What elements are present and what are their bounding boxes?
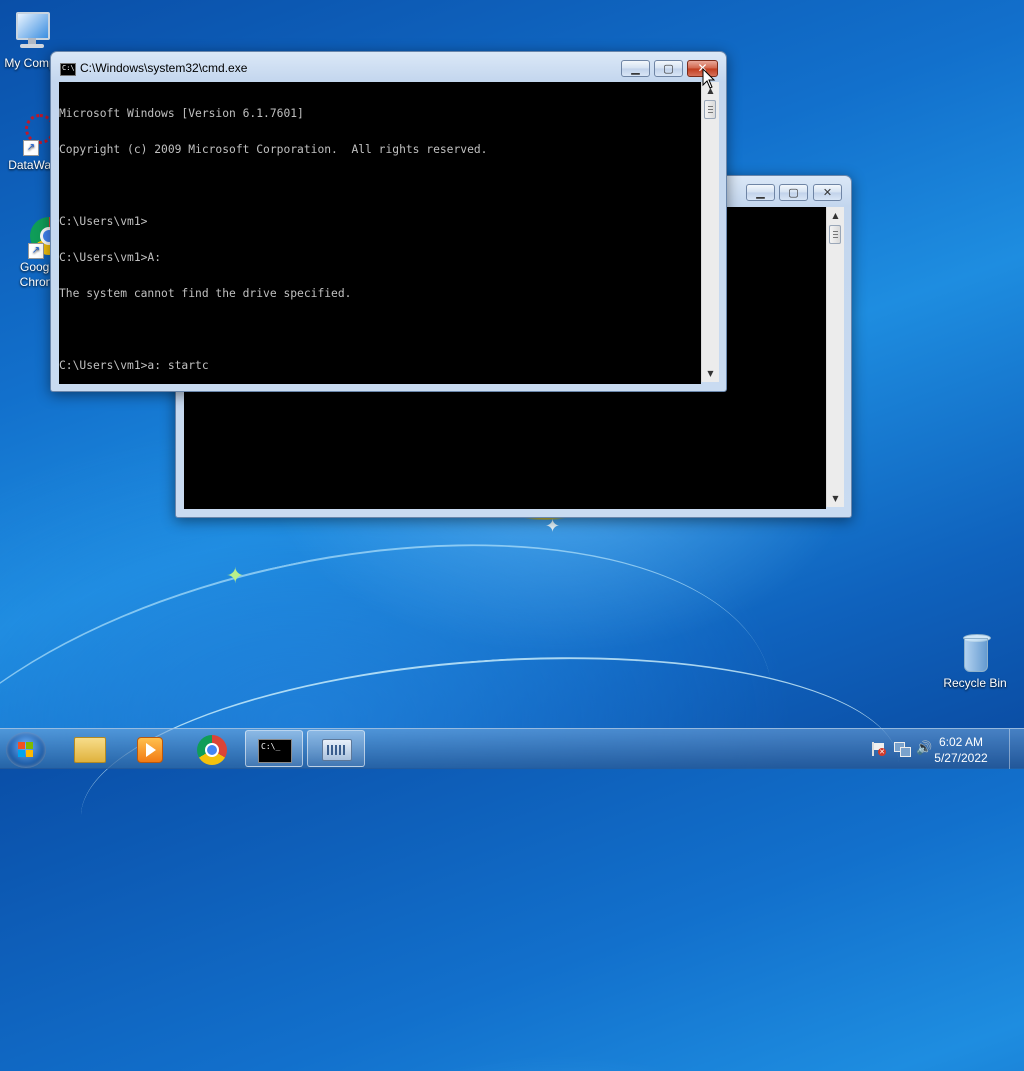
computer-icon [8,10,52,54]
media-player-icon [137,737,163,763]
title-bar[interactable]: C:\ C:\Windows\system32\cmd.exe ▁ ▢ ✕ [51,52,726,82]
maximize-icon: ▢ [663,62,674,75]
minimize-button[interactable]: ▁ [621,60,650,77]
windows-logo-icon [18,742,33,757]
taskbar-chrome-button[interactable] [183,730,241,767]
folder-icon [74,737,106,763]
close-button[interactable]: ✕ [813,184,842,201]
desktop-icon-label: Recycle Bin [943,676,1007,690]
taskbar-keyboard-app-button[interactable] [307,730,365,767]
console-line: Copyright (c) 2009 Microsoft Corporation… [59,143,488,156]
mouse-cursor-icon [702,68,716,89]
clock-date: 5/27/2022 [934,751,988,765]
keyboard-icon [322,739,352,761]
wallpaper-sparkle: ✦ [545,516,561,537]
clock[interactable]: 6:02 AM 5/27/2022 [926,734,996,766]
console-line: The system cannot find the drive specifi… [59,287,352,300]
cmd-window[interactable]: C:\ C:\Windows\system32\cmd.exe ▁ ▢ ✕ Mi… [50,51,727,392]
minimize-button[interactable]: ▁ [746,184,775,201]
scroll-up-icon[interactable]: ▲ [827,207,844,224]
network-icon[interactable] [894,742,911,757]
window-title: C:\Windows\system32\cmd.exe [80,61,248,75]
console-line: C:\Users\vm1>a: startc [59,359,209,372]
vertical-scrollbar[interactable]: ▲ ▼ [701,82,719,382]
maximize-button[interactable]: ▢ [654,60,683,77]
chrome-icon [197,735,227,765]
cmd-icon: C:\_ [258,739,292,763]
taskbar-explorer-button[interactable] [61,730,119,767]
action-center-flag-icon[interactable]: ✕ [872,742,886,756]
start-button[interactable] [6,732,46,768]
taskbar-cmd-button[interactable]: C:\_ [245,730,303,767]
minimize-icon: ▁ [756,186,765,199]
console-line: C:\Users\vm1>A: [59,251,162,264]
scroll-thumb[interactable] [704,100,716,119]
clock-time: 6:02 AM [938,735,984,749]
scroll-down-icon[interactable]: ▼ [702,365,719,382]
vertical-scrollbar[interactable]: ▲ ▼ [826,207,844,507]
console-line: C:\Users\vm1> [59,215,148,228]
scroll-down-icon[interactable]: ▼ [827,490,844,507]
maximize-icon: ▢ [788,186,799,199]
system-tray: ✕ 🔊 6:02 AM 5/27/2022 [854,729,1024,769]
taskbar: C:\_ ✕ 🔊 6:02 AM 5/27/2022 [0,728,1024,769]
close-icon: ✕ [822,186,833,199]
taskbar-media-player-button[interactable] [121,730,179,767]
wallpaper-sparkle: ✦ [226,564,245,589]
show-desktop-button[interactable] [1009,729,1024,769]
cmd-icon: C:\ [60,63,76,76]
desktop-icon-recycle-bin[interactable]: Recycle Bin [939,630,1011,691]
maximize-button[interactable]: ▢ [779,184,808,201]
minimize-icon: ▁ [631,62,640,75]
console-line: Microsoft Windows [Version 6.1.7601] [59,107,304,120]
console-output[interactable]: Microsoft Windows [Version 6.1.7601] Cop… [59,82,701,384]
recycle-bin-icon [953,630,997,674]
scroll-thumb[interactable] [829,225,841,244]
datawag-icon: ↗ [11,112,55,156]
